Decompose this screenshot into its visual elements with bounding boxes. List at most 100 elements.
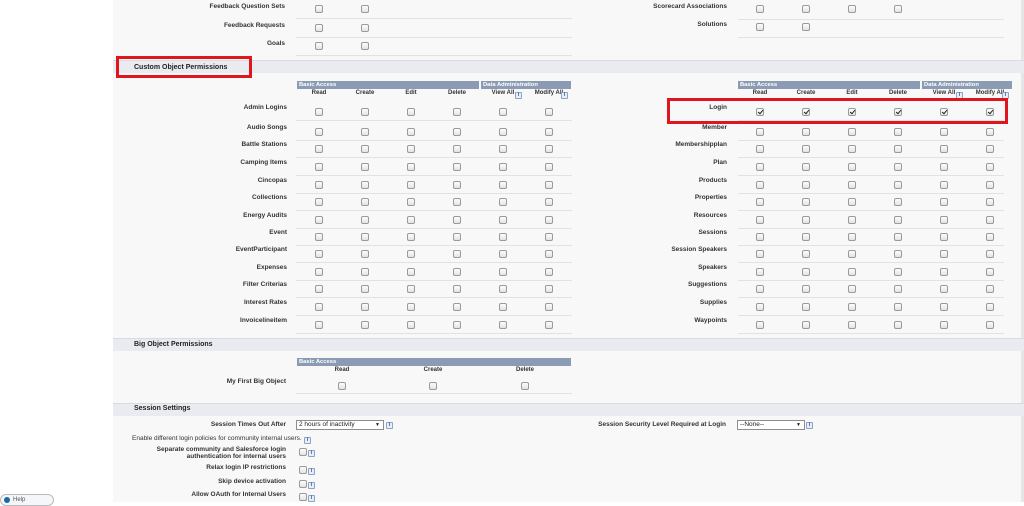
permission-checkbox[interactable]	[545, 250, 553, 258]
permission-checkbox[interactable]	[802, 163, 810, 171]
permission-checkbox[interactable]	[894, 163, 902, 171]
option-checkbox[interactable]	[299, 493, 307, 501]
permission-checkbox[interactable]	[986, 303, 994, 311]
permission-checkbox[interactable]	[499, 128, 507, 136]
permission-checkbox[interactable]	[940, 250, 948, 258]
permission-checkbox[interactable]	[407, 285, 415, 293]
help-tab[interactable]: Help	[0, 494, 54, 506]
permission-checkbox[interactable]	[499, 321, 507, 329]
permission-checkbox[interactable]	[986, 268, 994, 276]
permission-checkbox[interactable]	[315, 250, 323, 258]
permission-checkbox[interactable]	[756, 181, 764, 189]
permission-checkbox[interactable]	[545, 233, 553, 241]
permission-checkbox[interactable]	[499, 145, 507, 153]
permission-checkbox[interactable]	[499, 181, 507, 189]
permission-checkbox[interactable]	[986, 128, 994, 136]
permission-checkbox[interactable]	[848, 303, 856, 311]
permission-checkbox[interactable]	[894, 268, 902, 276]
permission-checkbox[interactable]	[545, 198, 553, 206]
permission-checkbox[interactable]	[499, 198, 507, 206]
permission-checkbox[interactable]	[894, 233, 902, 241]
permission-checkbox[interactable]	[986, 198, 994, 206]
permission-checkbox[interactable]	[802, 145, 810, 153]
permission-checkbox[interactable]	[361, 5, 369, 13]
permission-checkbox[interactable]	[407, 163, 415, 171]
permission-checkbox[interactable]	[499, 268, 507, 276]
permission-checkbox[interactable]	[848, 128, 856, 136]
permission-checkbox[interactable]	[361, 216, 369, 224]
permission-checkbox[interactable]	[453, 198, 461, 206]
permission-checkbox[interactable]	[453, 216, 461, 224]
permission-checkbox[interactable]	[545, 181, 553, 189]
permission-checkbox[interactable]	[361, 181, 369, 189]
permission-checkbox[interactable]	[756, 303, 764, 311]
permission-checkbox[interactable]	[315, 24, 323, 32]
permission-checkbox[interactable]	[802, 216, 810, 224]
permission-checkbox[interactable]	[315, 321, 323, 329]
permission-checkbox[interactable]	[894, 303, 902, 311]
permission-checkbox[interactable]	[802, 181, 810, 189]
permission-checkbox[interactable]	[940, 303, 948, 311]
permission-checkbox[interactable]	[894, 128, 902, 136]
permission-checkbox[interactable]	[361, 285, 369, 293]
permission-checkbox[interactable]	[453, 285, 461, 293]
permission-checkbox[interactable]	[361, 198, 369, 206]
permission-checkbox[interactable]	[315, 145, 323, 153]
permission-checkbox[interactable]	[407, 233, 415, 241]
permission-checkbox[interactable]	[407, 268, 415, 276]
permission-checkbox[interactable]	[848, 250, 856, 258]
option-info-icon[interactable]: i	[308, 450, 315, 457]
permission-checkbox[interactable]	[756, 233, 764, 241]
permission-checkbox[interactable]	[986, 285, 994, 293]
permission-checkbox[interactable]	[453, 250, 461, 258]
permission-checkbox[interactable]	[894, 321, 902, 329]
permission-checkbox[interactable]	[407, 250, 415, 258]
permission-checkbox[interactable]	[940, 216, 948, 224]
permission-checkbox[interactable]	[986, 250, 994, 258]
permission-checkbox[interactable]	[894, 250, 902, 258]
permission-checkbox[interactable]	[894, 145, 902, 153]
permission-checkbox[interactable]	[545, 108, 553, 116]
permission-checkbox[interactable]	[545, 285, 553, 293]
permission-checkbox[interactable]	[315, 163, 323, 171]
permission-checkbox[interactable]	[361, 163, 369, 171]
option-checkbox[interactable]	[299, 448, 307, 456]
permission-checkbox[interactable]	[361, 321, 369, 329]
permission-checkbox[interactable]	[756, 5, 764, 13]
permission-checkbox[interactable]	[361, 233, 369, 241]
permission-checkbox[interactable]	[453, 145, 461, 153]
permission-checkbox[interactable]	[315, 181, 323, 189]
permission-checkbox[interactable]	[940, 181, 948, 189]
permission-checkbox[interactable]	[894, 216, 902, 224]
permission-checkbox[interactable]	[453, 321, 461, 329]
permission-checkbox[interactable]	[315, 216, 323, 224]
security-level-select[interactable]: --None-- ▼	[737, 420, 805, 430]
option-info-icon[interactable]: i	[308, 495, 315, 502]
permission-checkbox[interactable]	[802, 233, 810, 241]
permission-checkbox[interactable]	[429, 382, 437, 390]
permission-checkbox[interactable]	[756, 250, 764, 258]
permission-checkbox[interactable]	[315, 128, 323, 136]
permission-checkbox[interactable]	[361, 108, 369, 116]
permission-checkbox[interactable]	[361, 268, 369, 276]
permission-checkbox[interactable]	[756, 321, 764, 329]
option-info-icon[interactable]: i	[308, 468, 315, 475]
permission-checkbox[interactable]	[802, 285, 810, 293]
permission-checkbox[interactable]	[894, 198, 902, 206]
permission-checkbox[interactable]	[802, 128, 810, 136]
permission-checkbox[interactable]	[940, 285, 948, 293]
permission-checkbox[interactable]	[940, 268, 948, 276]
permission-checkbox[interactable]	[545, 145, 553, 153]
permission-checkbox[interactable]	[940, 198, 948, 206]
permission-checkbox[interactable]	[315, 108, 323, 116]
permission-checkbox[interactable]	[407, 181, 415, 189]
permission-checkbox[interactable]	[848, 198, 856, 206]
permission-checkbox[interactable]	[545, 216, 553, 224]
permission-checkbox[interactable]	[499, 233, 507, 241]
permission-checkbox[interactable]	[756, 145, 764, 153]
permission-checkbox[interactable]	[407, 321, 415, 329]
permission-checkbox[interactable]	[453, 268, 461, 276]
permission-checkbox[interactable]	[407, 216, 415, 224]
permission-checkbox[interactable]	[315, 233, 323, 241]
option-info-icon[interactable]: i	[308, 482, 315, 489]
